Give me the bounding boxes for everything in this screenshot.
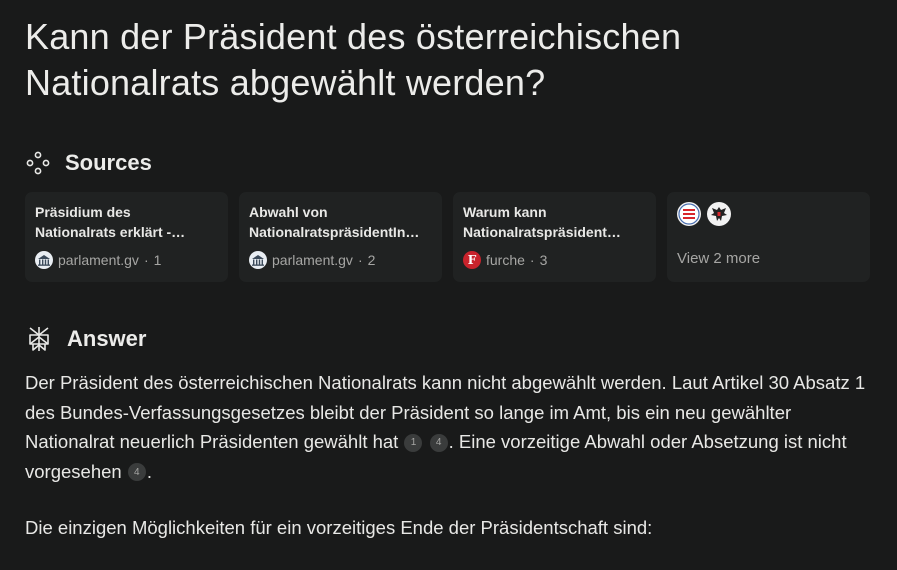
source-title: Warum kann Nationalratspräsident… xyxy=(463,202,646,242)
answer-paragraph-2: Die einzigen Möglichkeiten für ein vorze… xyxy=(25,517,653,538)
answer-paragraph-1: Der Präsident des österreichischen Natio… xyxy=(25,368,875,486)
source-title-line: NationalratspräsidentIn… xyxy=(249,224,420,240)
source-card-2[interactable]: Abwahl von NationalratspräsidentIn… parl… xyxy=(239,192,442,282)
view-more-sources-button[interactable]: View 2 more xyxy=(667,192,870,282)
sources-list: Präsidium des Nationalrats erklärt -… pa… xyxy=(25,192,870,282)
source-domain: furche xyxy=(486,252,525,268)
answer-body: Der Präsident des österreichischen Natio… xyxy=(25,368,875,570)
sources-heading: Sources xyxy=(65,150,152,175)
title-line-2: Nationalrats abgewählt werden? xyxy=(25,62,546,103)
sources-header: Sources xyxy=(25,150,152,176)
parliament-icon xyxy=(249,251,267,269)
parliament-icon xyxy=(35,251,53,269)
source-index: 3 xyxy=(539,252,548,268)
source-title-line: Präsidium des xyxy=(35,204,131,220)
source-domain: parlament.gv xyxy=(272,252,353,268)
furche-icon: F xyxy=(463,251,481,269)
citation-badge[interactable]: 4 xyxy=(127,463,146,482)
source-domain: parlament.gv xyxy=(58,252,139,268)
source-title: Präsidium des Nationalrats erklärt -… xyxy=(35,202,218,242)
separator-dot: · xyxy=(357,252,363,268)
more-source-icons xyxy=(677,202,860,226)
source-title-line: Nationalrats erklärt -… xyxy=(35,224,186,240)
source-meta: parlament.gv · 2 xyxy=(249,251,432,269)
answer-logo-icon xyxy=(25,325,53,353)
view-more-label: View 2 more xyxy=(677,250,761,267)
citation-badge[interactable]: 4 xyxy=(429,433,448,452)
source-title-line: Nationalratspräsident… xyxy=(463,224,621,240)
answer-heading: Answer xyxy=(67,326,147,351)
title-line-1: Kann der Präsident des österreichischen xyxy=(25,16,682,57)
eagle-icon xyxy=(707,202,731,226)
answer-text-segment: . xyxy=(146,460,152,482)
source-title-line: Warum kann xyxy=(463,204,547,220)
source-index: 2 xyxy=(367,252,376,268)
source-meta: F furche · 3 xyxy=(463,251,646,269)
source-card-1[interactable]: Präsidium des Nationalrats erklärt -… pa… xyxy=(25,192,228,282)
separator-dot: · xyxy=(529,252,535,268)
source-card-3[interactable]: Warum kann Nationalratspräsident… F furc… xyxy=(453,192,656,282)
sources-icon xyxy=(25,150,51,176)
source-meta: parlament.gv · 1 xyxy=(35,251,218,269)
flag-icon xyxy=(677,202,701,226)
citation-badge[interactable]: 1 xyxy=(404,433,423,452)
page-title: Kann der Präsident des österreichischen … xyxy=(25,14,865,106)
answer-header: Answer xyxy=(25,325,146,353)
source-index: 1 xyxy=(153,252,162,268)
source-title-line: Abwahl von xyxy=(249,204,328,220)
separator-dot: · xyxy=(143,252,149,268)
source-title: Abwahl von NationalratspräsidentIn… xyxy=(249,202,432,242)
